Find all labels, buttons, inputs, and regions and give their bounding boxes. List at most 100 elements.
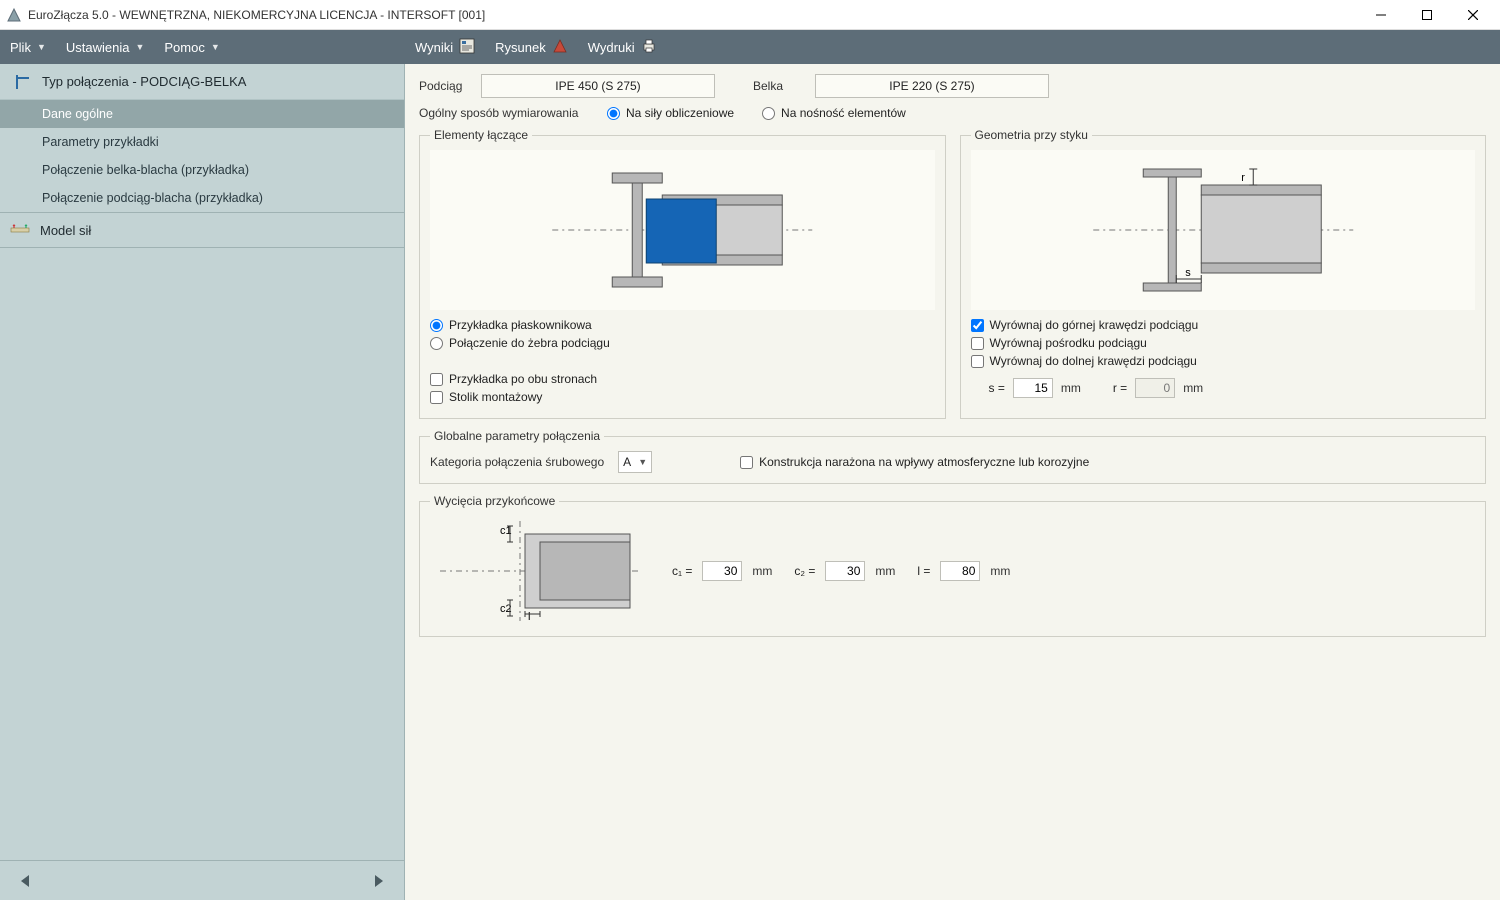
belka-value: IPE 220 (S 275) xyxy=(889,79,974,93)
elem-radio-2-input[interactable] xyxy=(430,337,443,350)
window-title: EuroZłącza 5.0 - WEWNĘTRZNA, NIEKOMERCYJ… xyxy=(28,8,485,22)
menu-plik-label: Plik xyxy=(10,40,31,55)
geom-check-1[interactable]: Wyrównaj do górnej krawędzi podciągu xyxy=(971,318,1476,332)
menu-pomoc-label: Pomoc xyxy=(164,40,204,55)
elem-radio-2-label: Połączenie do żebra podciągu xyxy=(449,336,610,350)
geom-check-2-label: Wyrównaj pośrodku podciągu xyxy=(990,336,1147,350)
elem-check-2-input[interactable] xyxy=(430,391,443,404)
sidebar: Typ połączenia - PODCIĄG-BELKA Dane ogól… xyxy=(0,64,405,900)
geom-check-2-input[interactable] xyxy=(971,337,984,350)
podciag-value: IPE 450 (S 275) xyxy=(555,79,640,93)
results-icon xyxy=(459,38,475,57)
geom-check-3-label: Wyrównaj do dolnej krawędzi podciągu xyxy=(990,354,1197,368)
c1-input[interactable] xyxy=(702,561,742,581)
sidebar-connection-type[interactable]: Typ połączenia - PODCIĄG-BELKA xyxy=(0,64,404,100)
c2-label: c₂ = xyxy=(794,564,815,578)
menu-plik[interactable]: Plik ▼ xyxy=(0,30,56,64)
sidebar-item-polaczenie-podciag-blacha[interactable]: Połączenie podciąg-blacha (przykładka) xyxy=(0,184,404,212)
toolbar-wydruki-label: Wydruki xyxy=(588,40,635,55)
toolbar-wyniki-label: Wyniki xyxy=(415,40,453,55)
group-wyciecia-title: Wycięcia przykońcowe xyxy=(430,494,559,508)
svg-text:s: s xyxy=(1185,267,1191,279)
app-icon xyxy=(6,7,22,23)
diagram-wyciecia: c1 c2 l xyxy=(430,516,650,626)
menu-ustawienia-label: Ustawienia xyxy=(66,40,130,55)
menu-ustawienia[interactable]: Ustawienia ▼ xyxy=(56,30,155,64)
sidebar-item-parametry-przykladki[interactable]: Parametry przykładki xyxy=(0,128,404,156)
chevron-down-icon: ▼ xyxy=(638,457,647,467)
c2-input[interactable] xyxy=(825,561,865,581)
nav-next-button[interactable] xyxy=(366,869,390,893)
podciag-label: Podciąg xyxy=(419,79,469,93)
korozja-check-input[interactable] xyxy=(740,456,753,469)
r-input xyxy=(1135,378,1175,398)
chevron-down-icon: ▼ xyxy=(37,42,46,52)
close-button[interactable] xyxy=(1450,0,1496,30)
drawing-icon xyxy=(552,38,568,57)
sidebar-nav xyxy=(0,860,404,900)
sidebar-model-sil-label: Model sił xyxy=(40,223,91,238)
diagram-elementy-svg xyxy=(430,155,935,305)
geom-check-3-input[interactable] xyxy=(971,355,984,368)
geom-check-3[interactable]: Wyrównaj do dolnej krawędzi podciągu xyxy=(971,354,1476,368)
s-input[interactable] xyxy=(1013,378,1053,398)
geom-check-1-label: Wyrównaj do górnej krawędzi podciągu xyxy=(990,318,1199,332)
geom-check-2[interactable]: Wyrównaj pośrodku podciągu xyxy=(971,336,1476,350)
sidebar-item-polaczenie-belka-blacha[interactable]: Połączenie belka-blacha (przykładka) xyxy=(0,156,404,184)
l-label: l = xyxy=(917,564,930,578)
minimize-button[interactable] xyxy=(1358,0,1404,30)
nav-prev-button[interactable] xyxy=(14,869,38,893)
s-label: s = xyxy=(989,381,1005,395)
dim-method-label: Ogólny sposób wymiarowania xyxy=(419,106,579,120)
s-unit: mm xyxy=(1061,381,1081,395)
l-input[interactable] xyxy=(940,561,980,581)
c2-unit: mm xyxy=(875,564,895,578)
dim-method-opt2[interactable]: Na nośność elementów xyxy=(762,106,906,120)
sidebar-model-sil[interactable]: Model sił xyxy=(0,212,404,248)
connection-type-icon xyxy=(14,73,32,91)
sidebar-item-label: Parametry przykładki xyxy=(42,135,159,149)
diagram-geometria: r s xyxy=(971,150,1476,310)
dim-method-opt2-label: Na nośność elementów xyxy=(781,106,906,120)
elem-check-1-input[interactable] xyxy=(430,373,443,386)
content: Podciąg IPE 450 (S 275) Belka IPE 220 (S… xyxy=(405,64,1500,900)
korozja-check-label: Konstrukcja narażona na wpływy atmosfery… xyxy=(759,455,1089,469)
sidebar-list: Dane ogólne Parametry przykładki Połącze… xyxy=(0,100,404,212)
group-geometria: Geometria przy styku xyxy=(960,128,1487,419)
toolbar-wyniki[interactable]: Wyniki xyxy=(405,30,485,64)
group-globalne: Globalne parametry połączenia Kategoria … xyxy=(419,429,1486,484)
geom-check-1-input[interactable] xyxy=(971,319,984,332)
elem-radio-2[interactable]: Połączenie do żebra podciągu xyxy=(430,336,935,350)
group-geometria-title: Geometria przy styku xyxy=(971,128,1092,142)
c1-unit: mm xyxy=(752,564,772,578)
belka-selector[interactable]: IPE 220 (S 275) xyxy=(815,74,1049,98)
chevron-down-icon: ▼ xyxy=(211,42,220,52)
group-elementy-title: Elementy łączące xyxy=(430,128,532,142)
podciag-selector[interactable]: IPE 450 (S 275) xyxy=(481,74,715,98)
elem-radio-1-input[interactable] xyxy=(430,319,443,332)
diagram-elementy xyxy=(430,150,935,310)
belka-label: Belka xyxy=(753,79,803,93)
kategoria-value: A xyxy=(623,455,631,469)
group-elementy: Elementy łączące xyxy=(419,128,946,419)
sidebar-item-label: Połączenie belka-blacha (przykładka) xyxy=(42,163,249,177)
toolbar-rysunek-label: Rysunek xyxy=(495,40,546,55)
sidebar-item-label: Połączenie podciąg-blacha (przykładka) xyxy=(42,191,263,205)
elem-radio-1[interactable]: Przykładka płaskownikowa xyxy=(430,318,935,332)
korozja-check[interactable]: Konstrukcja narażona na wpływy atmosfery… xyxy=(740,455,1089,469)
elem-check-1[interactable]: Przykładka po obu stronach xyxy=(430,372,935,386)
toolbar-rysunek[interactable]: Rysunek xyxy=(485,30,578,64)
dim-method-radio-1[interactable] xyxy=(607,107,620,120)
c1-label: c₁ = xyxy=(672,564,692,578)
maximize-button[interactable] xyxy=(1404,0,1450,30)
elem-check-2[interactable]: Stolik montażowy xyxy=(430,390,935,404)
toolbar-wydruki[interactable]: Wydruki xyxy=(578,30,667,64)
diagram-geometria-svg: r s xyxy=(971,155,1476,305)
menu-pomoc[interactable]: Pomoc ▼ xyxy=(154,30,229,64)
dim-method-opt1[interactable]: Na siły obliczeniowe xyxy=(607,106,734,120)
dim-method-opt1-label: Na siły obliczeniowe xyxy=(626,106,734,120)
dim-method-radio-2[interactable] xyxy=(762,107,775,120)
l-unit: mm xyxy=(990,564,1010,578)
kategoria-select[interactable]: A ▼ xyxy=(618,451,652,473)
sidebar-item-dane-ogolne[interactable]: Dane ogólne xyxy=(0,100,404,128)
